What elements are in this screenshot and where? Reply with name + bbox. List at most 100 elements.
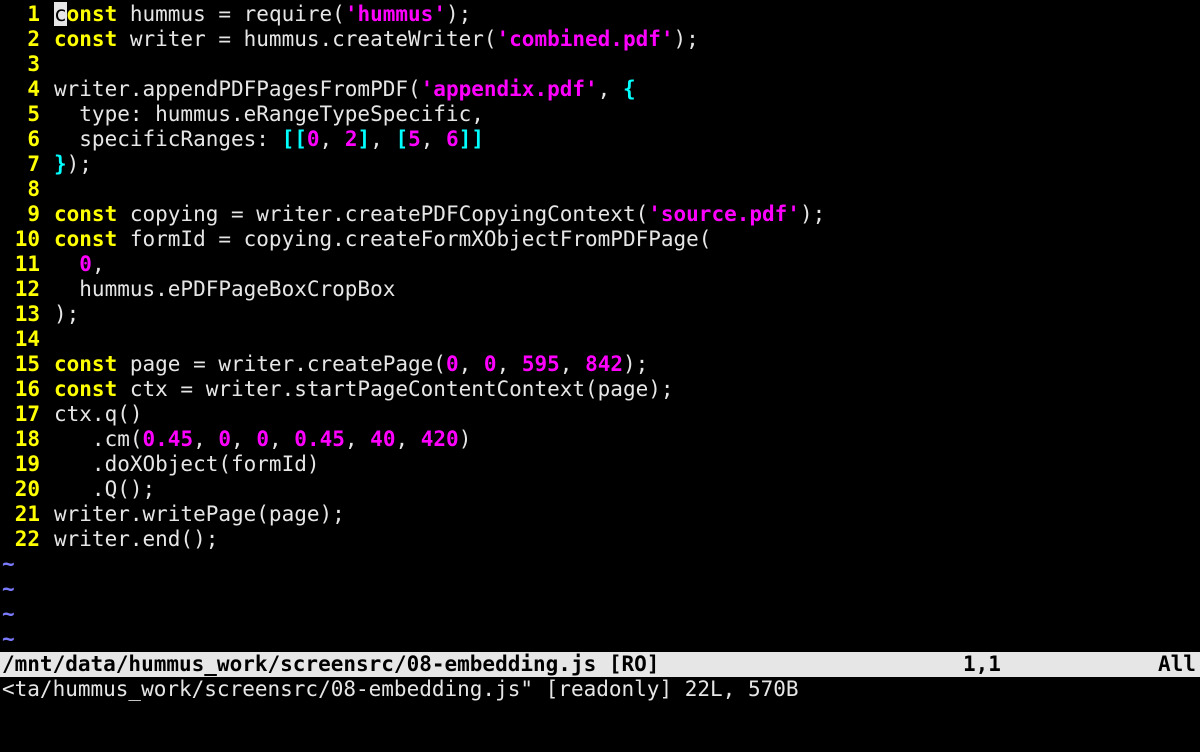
code-text[interactable]: hummus.ePDFPageBoxCropBox	[40, 277, 395, 302]
code-token: 0	[445, 352, 459, 376]
line-number: 7	[27, 152, 40, 176]
code-text[interactable]: 0,	[40, 252, 104, 277]
code-token: writer = hummus.createWriter(	[117, 27, 497, 51]
code-text[interactable]: .cm(0.45, 0, 0, 0.45, 40, 420)	[40, 427, 471, 452]
code-token: ,	[458, 352, 484, 376]
code-token: writer.appendPDFPagesFromPDF(	[54, 77, 421, 101]
code-token: )	[458, 427, 472, 451]
code-line[interactable]: 11 0,	[0, 252, 1200, 277]
code-token: onst	[66, 2, 118, 26]
code-line[interactable]: 12 hummus.ePDFPageBoxCropBox	[0, 277, 1200, 302]
code-line[interactable]: 20 .Q();	[0, 477, 1200, 502]
code-line[interactable]: 18 .cm(0.45, 0, 0, 0.45, 40, 420)	[0, 427, 1200, 452]
code-token: const	[54, 27, 118, 51]
code-text[interactable]: writer.writePage(page);	[40, 502, 345, 527]
code-token: .Q();	[54, 477, 156, 501]
line-number: 19	[14, 452, 40, 476]
code-line[interactable]: 14	[0, 327, 1200, 352]
code-text[interactable]: });	[40, 152, 92, 177]
code-token: {	[622, 77, 636, 101]
line-number: 1	[27, 2, 40, 26]
code-line[interactable]: 10 const formId = copying.createFormXObje…	[0, 227, 1200, 252]
code-text[interactable]: .Q();	[40, 477, 155, 502]
code-token: 842	[585, 352, 624, 376]
code-line[interactable]: 6 specificRanges: [[0, 2], [5, 6]]	[0, 127, 1200, 152]
code-token: }	[54, 152, 67, 176]
code-text[interactable]: const hummus = require('hummus');	[40, 2, 471, 27]
code-text[interactable]: writer.appendPDFPagesFromPDF('appendix.p…	[40, 77, 636, 102]
code-text[interactable]: const copying = writer.createPDFCopyingC…	[40, 202, 825, 227]
code-token: 0	[256, 427, 269, 451]
code-token: 0	[218, 427, 232, 451]
line-number: 6	[27, 127, 40, 151]
code-token: [[	[281, 127, 307, 151]
code-token: 420	[420, 427, 459, 451]
code-token: 0	[79, 252, 92, 276]
line-number: 3	[27, 52, 40, 76]
code-line[interactable]: 17 ctx.q()	[0, 402, 1200, 427]
cursor-position: 1,1	[963, 652, 1001, 676]
line-number: 12	[14, 277, 40, 301]
code-token: [	[395, 127, 409, 151]
code-line[interactable]: 4 writer.appendPDFPagesFromPDF('appendix.…	[0, 77, 1200, 102]
code-text[interactable]: const ctx = writer.startPageContentConte…	[40, 377, 674, 402]
code-text[interactable]: .doXObject(formId)	[40, 452, 320, 477]
code-line[interactable]: 1 const hummus = require('hummus');	[0, 2, 1200, 27]
code-line[interactable]: 8	[0, 177, 1200, 202]
line-number: 2	[27, 27, 40, 51]
code-line[interactable]: 19 .doXObject(formId)	[0, 452, 1200, 477]
code-text[interactable]: specificRanges: [[0, 2], [5, 6]]	[40, 127, 484, 152]
code-text[interactable]	[40, 327, 54, 352]
code-text[interactable]: );	[40, 302, 79, 327]
code-text[interactable]: type: hummus.eRangeTypeSpecific,	[40, 102, 484, 127]
code-line[interactable]: 13);	[0, 302, 1200, 327]
code-token: const	[54, 202, 118, 226]
code-token: 2	[344, 127, 358, 151]
code-token: page = writer.createPage(	[117, 352, 446, 376]
code-text[interactable]: ctx.q()	[40, 402, 143, 427]
code-line[interactable]: 21 writer.writePage(page);	[0, 502, 1200, 527]
code-token: ,	[420, 127, 447, 151]
code-token: ,	[344, 427, 371, 451]
code-line[interactable]: 7});	[0, 152, 1200, 177]
code-token: );	[799, 202, 826, 226]
code-token: const	[54, 227, 118, 251]
code-token: ,	[269, 427, 295, 451]
code-token: writer.writePage(page);	[54, 502, 345, 526]
code-line[interactable]: 9 const copying = writer.createPDFCopying…	[0, 202, 1200, 227]
editor-buffer[interactable]: 1 const hummus = require('hummus'); 2 const…	[0, 2, 1200, 652]
code-token: ]]	[458, 127, 484, 151]
code-token: ,	[496, 352, 522, 376]
line-number: 5	[27, 102, 40, 126]
code-token: ,	[319, 127, 345, 151]
code-token: .cm(	[54, 427, 143, 451]
code-token: .doXObject(formId)	[54, 452, 320, 476]
line-number: 13	[14, 302, 40, 326]
code-line[interactable]: 5 type: hummus.eRangeTypeSpecific,	[0, 102, 1200, 127]
code-text[interactable]: const writer = hummus.createWriter('comb…	[40, 27, 699, 52]
line-number: 9	[27, 202, 40, 226]
code-token: hummus.ePDFPageBoxCropBox	[54, 277, 396, 301]
code-line[interactable]: 3	[0, 52, 1200, 77]
code-token: specificRanges:	[54, 127, 282, 151]
scroll-percent: All	[1158, 652, 1196, 676]
code-line[interactable]: 2 const writer = hummus.createWriter('com…	[0, 27, 1200, 52]
code-token: const	[54, 352, 118, 376]
code-text[interactable]: writer.end();	[40, 527, 218, 552]
line-number: 11	[14, 252, 40, 276]
code-token: 595	[521, 352, 560, 376]
code-line[interactable]: 16 const ctx = writer.startPageContentCon…	[0, 377, 1200, 402]
code-text[interactable]	[40, 52, 54, 77]
code-text[interactable]: const page = writer.createPage(0, 0, 595…	[40, 352, 648, 377]
code-line[interactable]: 15 const page = writer.createPage(0, 0, 5…	[0, 352, 1200, 377]
code-text[interactable]	[40, 177, 54, 202]
code-token: 0	[483, 352, 497, 376]
code-token: formId = copying.createFormXObjectFromPD…	[117, 227, 712, 251]
code-line[interactable]: 22 writer.end();	[0, 527, 1200, 552]
code-token: 'hummus'	[344, 2, 446, 26]
code-token: ,	[231, 427, 257, 451]
code-token: ,	[597, 77, 623, 101]
code-text[interactable]: const formId = copying.createFormXObject…	[40, 227, 711, 252]
line-number: 8	[27, 177, 40, 201]
